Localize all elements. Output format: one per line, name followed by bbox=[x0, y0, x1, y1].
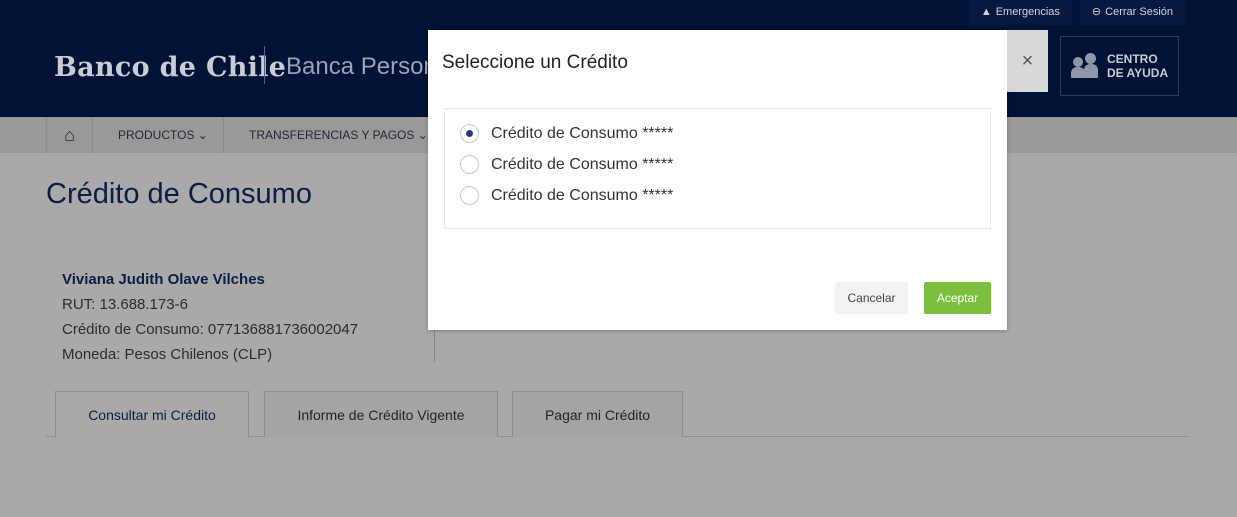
people-icon bbox=[1071, 53, 1099, 79]
credit-option-label: Crédito de Consumo ***** bbox=[491, 155, 674, 173]
radio-icon[interactable] bbox=[460, 155, 479, 174]
logo-divider bbox=[264, 46, 265, 84]
emergencias-link[interactable]: ▲ Emergencias bbox=[968, 0, 1072, 25]
radio-selected-icon[interactable] bbox=[460, 124, 479, 143]
logout-icon: ⊖ bbox=[1091, 6, 1102, 18]
credit-option-1[interactable]: Crédito de Consumo ***** bbox=[460, 124, 673, 143]
bank-logo[interactable]: Banco de Chile bbox=[54, 52, 286, 83]
credit-options-list: Crédito de Consumo ***** Crédito de Cons… bbox=[444, 108, 991, 229]
help-center-button[interactable]: CENTRO DE AYUDA bbox=[1060, 36, 1179, 96]
tab-pagar-credito[interactable]: Pagar mi Crédito bbox=[512, 391, 683, 437]
radio-icon[interactable] bbox=[460, 186, 479, 205]
accept-button[interactable]: Aceptar bbox=[924, 282, 991, 314]
currency-info: Moneda: Pesos Chilenos (CLP) bbox=[62, 346, 273, 363]
credit-number: Crédito de Consumo: 077136881736002047 bbox=[62, 321, 359, 338]
credit-option-label: Crédito de Consumo ***** bbox=[491, 124, 674, 142]
modal-header: Seleccione un Crédito bbox=[428, 30, 1007, 92]
credit-option-2[interactable]: Crédito de Consumo ***** bbox=[460, 155, 673, 174]
nav-divider bbox=[223, 117, 224, 153]
help-center-label: CENTRO DE AYUDA bbox=[1107, 52, 1169, 80]
credit-option-3[interactable]: Crédito de Consumo ***** bbox=[460, 186, 673, 205]
warning-icon: ▲ bbox=[980, 6, 992, 18]
emergencias-label: Emergencias bbox=[995, 6, 1060, 18]
customer-info: Viviana Judith Olave Vilches RUT: 13.688… bbox=[62, 267, 358, 367]
nav-item-transferencias[interactable]: TRANSFERENCIAS Y PAGOS ⌄ bbox=[249, 117, 428, 153]
home-icon: ⌂ bbox=[64, 124, 75, 145]
cancel-button[interactable]: Cancelar bbox=[835, 282, 908, 314]
credit-option-label: Crédito de Consumo ***** bbox=[491, 186, 674, 204]
customer-name: Viviana Judith Olave Vilches bbox=[62, 271, 265, 288]
page-title: Crédito de Consumo bbox=[46, 178, 312, 210]
nav-item-productos[interactable]: PRODUCTOS ⌄ bbox=[118, 117, 208, 153]
modal-title: Seleccione un Crédito bbox=[442, 52, 628, 73]
logout-label: Cerrar Sesión bbox=[1105, 6, 1173, 18]
tab-informe-credito[interactable]: Informe de Crédito Vigente bbox=[264, 391, 498, 437]
nav-home-button[interactable]: ⌂ bbox=[46, 117, 93, 153]
select-credit-modal: Seleccione un Crédito × Crédito de Consu… bbox=[428, 30, 1048, 330]
utility-bar: ▲ Emergencias ⊖ Cerrar Sesión bbox=[968, 0, 1185, 25]
close-icon[interactable]: × bbox=[1007, 30, 1048, 92]
customer-rut: RUT: 13.688.173-6 bbox=[62, 296, 188, 313]
tab-consultar-credito[interactable]: Consultar mi Crédito bbox=[55, 391, 249, 438]
logout-link[interactable]: ⊖ Cerrar Sesión bbox=[1079, 0, 1185, 25]
